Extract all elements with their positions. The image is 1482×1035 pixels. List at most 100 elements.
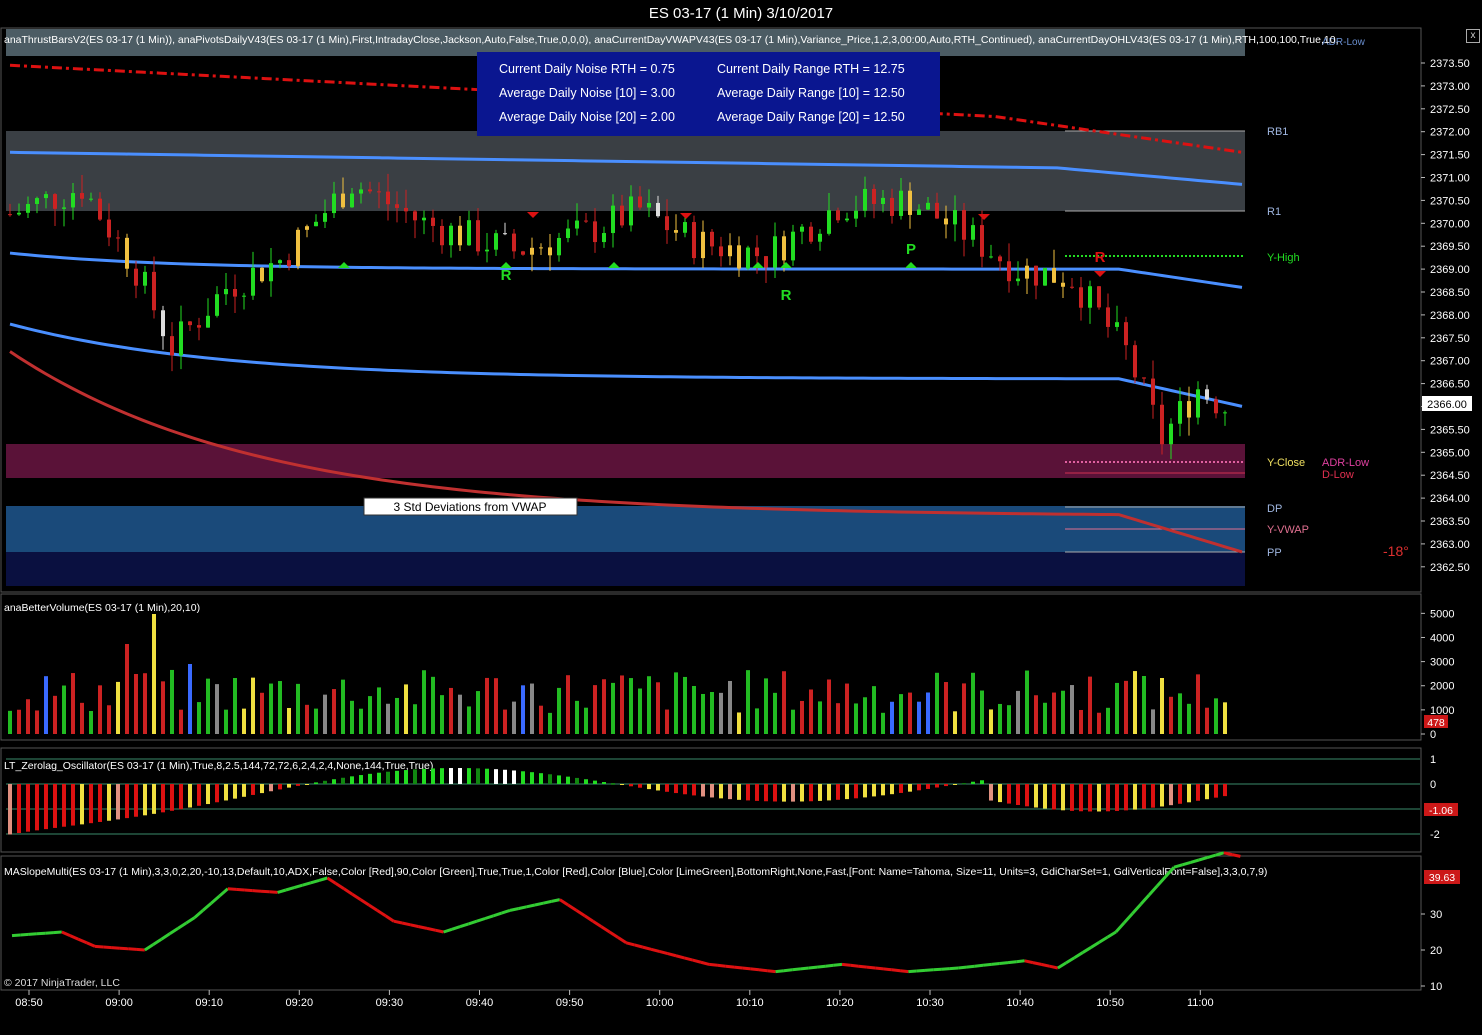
volume-bar: [107, 705, 111, 734]
oscillator-bar: [1115, 784, 1119, 811]
level-label-adr-low: ADR-Low: [1322, 457, 1369, 469]
slope-segment: [883, 967, 892, 972]
oscillator-bar: [449, 768, 453, 784]
oscillator-bar: [62, 784, 66, 827]
candle-body: [647, 202, 651, 208]
volume-bar: [602, 679, 606, 734]
time-tick-label: 09:10: [195, 997, 223, 1009]
volume-bar: [26, 699, 30, 734]
oscillator-bar: [17, 784, 21, 834]
oscillator-bar: [1034, 784, 1038, 808]
candle-body: [602, 233, 606, 243]
candle-body: [368, 189, 372, 192]
candle-body: [728, 245, 732, 257]
volume-bar: [728, 680, 732, 734]
slope-segment: [709, 962, 718, 967]
price-tick-label: 2364.50: [1430, 470, 1470, 482]
candle-body: [548, 247, 552, 256]
slope-segment: [509, 907, 519, 912]
volume-bar: [224, 709, 228, 734]
volume-bar: [1097, 712, 1101, 734]
volume-bar: [629, 678, 633, 734]
oscillator-bar: [161, 784, 165, 813]
slope-segment: [924, 968, 934, 972]
volume-bar: [809, 689, 813, 734]
volume-bar: [215, 684, 219, 734]
oscillator-bar: [485, 768, 489, 784]
candle-body: [1214, 399, 1218, 414]
candle-body: [296, 229, 300, 267]
candle-body: [143, 271, 147, 286]
slope-segment: [683, 956, 693, 962]
chart-canvas[interactable]: RB1 R1 Y-High Y-Close ADR-Low D-Low DP Y…: [0, 0, 1482, 1035]
level-label-pp: PP: [1267, 547, 1282, 559]
level-label-y-high: Y-High: [1267, 252, 1300, 264]
oscillator-bar: [1142, 784, 1146, 809]
candle-body: [71, 193, 75, 208]
slope-segment: [650, 947, 660, 953]
volume-bar: [467, 706, 471, 734]
price-tick-label: 2368.50: [1430, 287, 1470, 299]
oscillator-bar: [692, 784, 696, 796]
candle-body: [287, 260, 291, 267]
candle-body: [206, 315, 210, 328]
candle-body: [440, 225, 444, 246]
price-axis: 2373.50 2373.00 2372.50 2372.00 2371.50 2371.…: [1421, 58, 1470, 574]
oscillator-bar: [818, 784, 822, 801]
volume-bar: [1061, 690, 1065, 734]
volume-bar: [1223, 702, 1227, 734]
oscillator-bar: [944, 784, 948, 787]
oscillator-badge-text: -1.06: [1429, 805, 1453, 817]
oscillator-bar: [611, 783, 615, 785]
oscillator-bar: [602, 782, 606, 784]
candle-body: [134, 268, 138, 286]
oscillator-bar: [791, 784, 795, 802]
volume-bar: [341, 679, 345, 734]
slope-segment: [269, 890, 278, 894]
volume-bar: [1070, 685, 1074, 734]
volume-bar: [314, 708, 318, 734]
candle-body: [656, 202, 660, 217]
oscillator-bar: [53, 784, 57, 828]
volume-bar: [791, 709, 795, 734]
candle-body: [854, 210, 858, 219]
candle-body: [1142, 377, 1146, 379]
slope-segment: [767, 969, 776, 974]
signal-label: R: [781, 287, 792, 304]
volume-bar: [35, 710, 39, 734]
oscillator-bar: [422, 768, 426, 784]
candle-body: [944, 218, 948, 225]
oscillator-bar: [233, 784, 237, 799]
oscillator-bar: [440, 768, 444, 784]
oscillator-axis: 10-1-2: [1430, 754, 1440, 841]
time-tick-label: 09:20: [286, 997, 314, 1009]
slope-segment: [816, 964, 826, 969]
candle-body: [629, 196, 633, 226]
candle-body: [305, 226, 309, 230]
candle-body: [314, 221, 318, 227]
copyright-text: © 2017 NinjaTrader, LLC: [4, 977, 120, 989]
candle-body: [575, 220, 579, 229]
volume-badge-text: 478: [1427, 717, 1445, 729]
oscillator-bar: [926, 784, 930, 789]
volume-bar: [656, 682, 660, 734]
time-tick-label: 09:00: [105, 997, 133, 1009]
candle-body: [998, 256, 1002, 262]
volume-bar: [260, 692, 264, 734]
candle-body: [800, 226, 804, 232]
candle-body: [251, 267, 255, 296]
slope-segment: [410, 923, 420, 929]
volume-bar: [998, 703, 1002, 734]
oscillator-bar: [278, 784, 282, 790]
slope-segment: [758, 968, 768, 973]
slope-segment: [659, 949, 669, 956]
volume-bar: [593, 685, 597, 734]
candle-body: [1043, 268, 1047, 286]
volume-bar: [503, 709, 507, 734]
slope-axis: 30 20 10: [1421, 909, 1442, 993]
oscillator-bar: [917, 784, 921, 791]
oscillator-indicator-text: LT_Zerolag_Oscillator(ES 03-17 (1 Min),T…: [4, 760, 433, 772]
volume-bar: [44, 676, 48, 734]
candle-body: [35, 198, 39, 204]
candle-body: [413, 211, 417, 221]
